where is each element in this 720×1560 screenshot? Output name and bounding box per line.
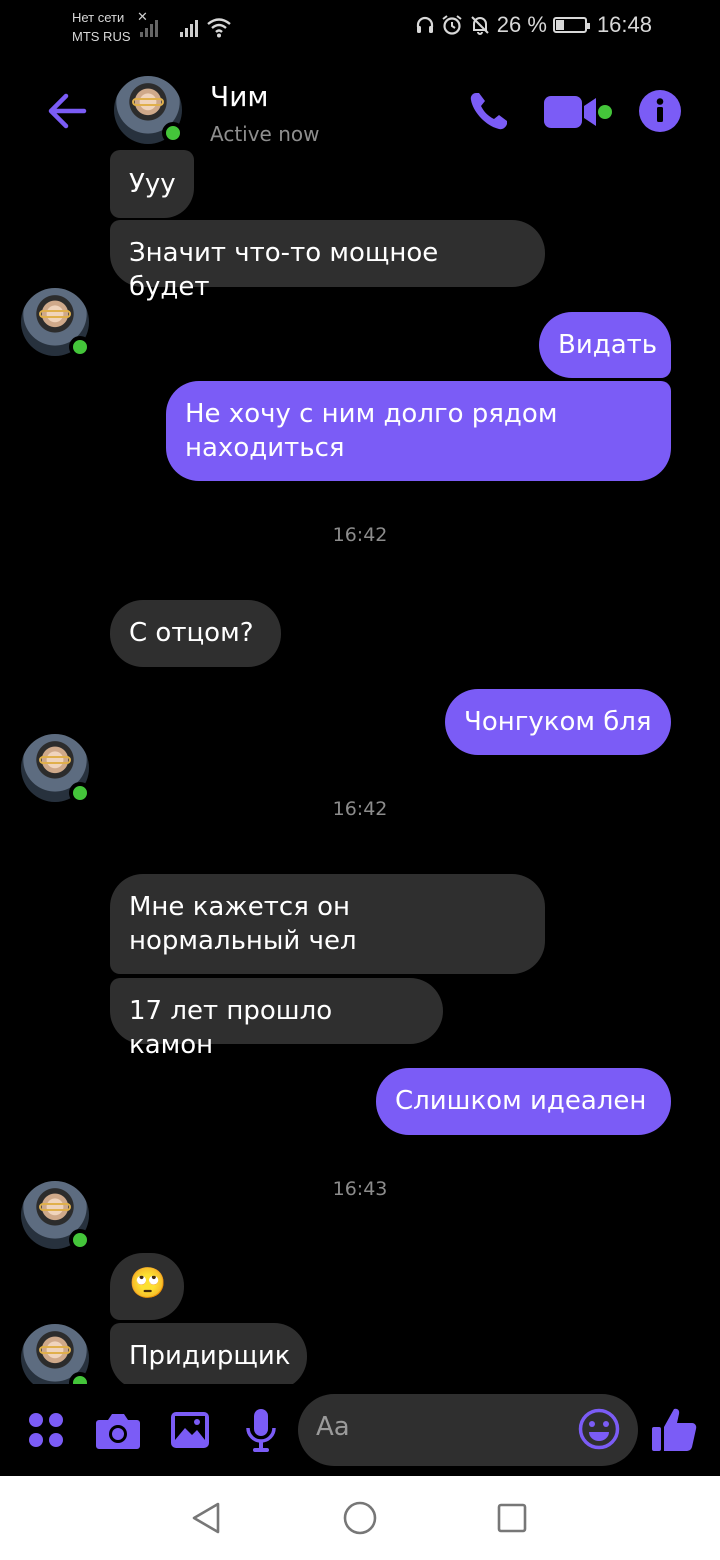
thumbs-up-icon[interactable] <box>650 1405 698 1453</box>
message-outgoing[interactable]: Слишком идеален <box>376 1068 671 1135</box>
online-indicator <box>69 1372 91 1384</box>
contact-name[interactable]: Чим <box>210 80 269 113</box>
mute-bell-icon <box>471 16 489 35</box>
message-text: Слишком идеален <box>395 1086 647 1116</box>
message-input-placeholder: Aa <box>316 1412 350 1442</box>
message-input[interactable]: Aa <box>298 1394 638 1466</box>
apps-icon[interactable] <box>28 1412 64 1448</box>
timestamp: 16:42 <box>332 798 388 820</box>
message-incoming[interactable]: Значит что-то мощное будет <box>110 220 545 302</box>
wifi-icon <box>207 18 231 38</box>
message-text: Ууу <box>129 169 176 199</box>
header-avatar[interactable] <box>114 76 184 144</box>
battery-percent: 26 % <box>496 12 547 37</box>
avatar-glasses <box>39 1203 71 1211</box>
message-text: 17 лет прошло камон <box>129 996 333 1060</box>
signal-icon-2 <box>180 19 198 37</box>
contact-status: Active now <box>210 122 320 146</box>
avatar-glasses <box>132 98 164 106</box>
phone-icon[interactable] <box>466 88 512 134</box>
back-arrow-icon[interactable] <box>44 88 90 134</box>
emoji-icon[interactable] <box>578 1408 620 1450</box>
nav-back-icon[interactable] <box>188 1500 224 1536</box>
timestamp: 16:43 <box>332 1178 388 1200</box>
avatar-glasses <box>39 1346 71 1354</box>
message-incoming[interactable]: Придирщик <box>110 1323 307 1384</box>
nav-recent-apps-icon[interactable] <box>496 1502 528 1534</box>
message-text: Мне кажется он нормальный чел <box>129 892 357 956</box>
message-outgoing[interactable]: Видать <box>539 312 671 378</box>
headphones-icon <box>416 16 433 33</box>
camera-icon[interactable] <box>95 1410 141 1450</box>
message-outgoing[interactable]: Чонгуком бля <box>445 689 671 755</box>
contact-avatar[interactable] <box>21 734 91 804</box>
message-incoming[interactable]: Мне кажется он нормальный чел <box>110 874 545 974</box>
gallery-icon[interactable] <box>170 1411 210 1449</box>
info-icon[interactable] <box>638 89 682 133</box>
carrier-label: MTS RUS <box>72 29 131 44</box>
video-camera-icon[interactable] <box>542 92 616 132</box>
eye-roll-emoji: 🙄 <box>129 1266 167 1301</box>
no-network-label: Нет сети <box>72 10 125 25</box>
nav-home-icon[interactable] <box>342 1500 378 1536</box>
online-indicator <box>69 336 91 358</box>
avatar-glasses <box>39 756 71 764</box>
contact-avatar[interactable] <box>21 288 91 358</box>
battery-icon <box>552 17 590 33</box>
message-text: Придирщик <box>129 1341 291 1371</box>
microphone-icon[interactable] <box>244 1408 278 1452</box>
last-message-clip: Придирщик <box>0 1322 720 1384</box>
message-incoming[interactable]: Ууу <box>110 150 194 218</box>
timestamp: 16:42 <box>332 524 388 546</box>
message-text: Чонгуком бля <box>464 707 652 737</box>
message-text: Не хочу с ним долго рядом находиться <box>185 399 558 463</box>
signal-icon <box>140 19 158 37</box>
message-outgoing[interactable]: Не хочу с ним долго рядом находиться <box>166 381 671 481</box>
contact-avatar[interactable] <box>21 1324 91 1384</box>
avatar-glasses <box>39 310 71 318</box>
message-incoming[interactable]: 17 лет прошло камон <box>110 978 443 1060</box>
message-text: Значит что-то мощное будет <box>129 238 439 302</box>
online-indicator <box>69 1229 91 1251</box>
status-right: 26 % 16:48 <box>415 12 652 38</box>
message-incoming[interactable]: С отцом? <box>110 600 281 667</box>
online-indicator <box>162 122 184 144</box>
alarm-icon <box>442 15 462 35</box>
clock: 16:48 <box>596 12 652 37</box>
message-text: Видать <box>558 330 658 360</box>
status-carrier: Нет сети MTS RUS <box>72 8 131 46</box>
message-text: С отцом? <box>129 618 254 648</box>
message-incoming-emoji[interactable]: 🙄 <box>110 1253 184 1320</box>
